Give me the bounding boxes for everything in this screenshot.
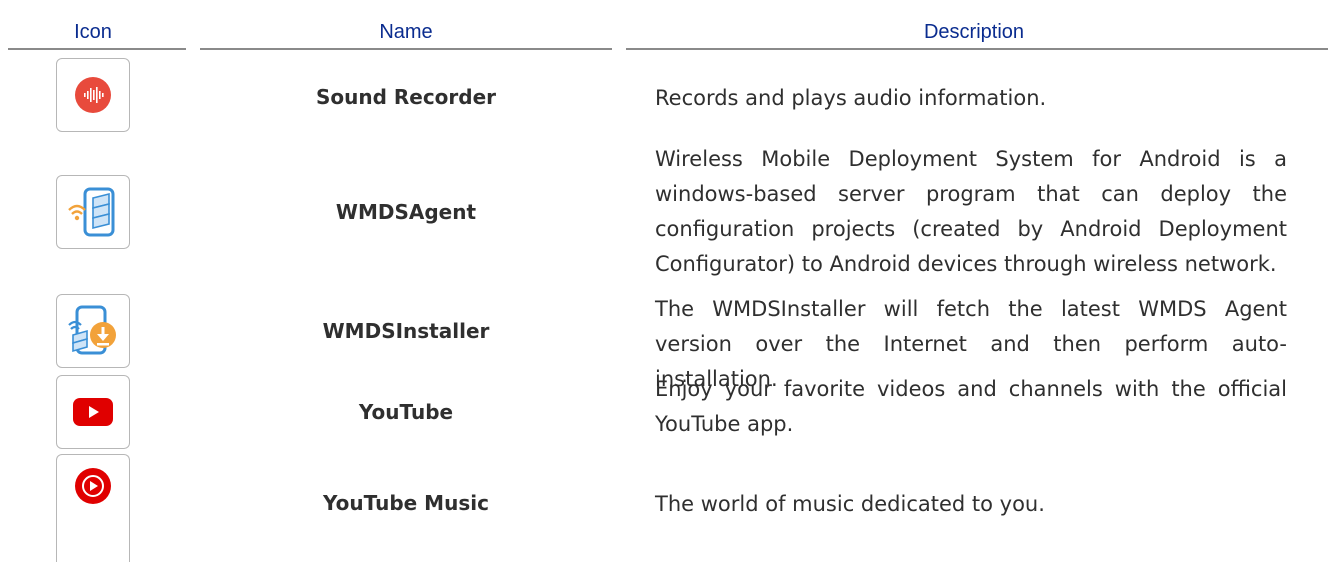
app-name: YouTube Music xyxy=(323,491,489,515)
app-description: Enjoy your favorite videos and channels … xyxy=(655,377,1287,436)
table-row: YouTube Music The world of music dedicat… xyxy=(0,452,1328,562)
app-name: WMDSAgent xyxy=(335,200,477,224)
table-row: WMDSAgent Wireless Mobile Deployment Sys… xyxy=(0,142,1328,286)
header-rule-name xyxy=(200,48,612,50)
header-icon: Icon xyxy=(74,21,112,43)
sound-recorder-icon xyxy=(56,58,130,132)
app-description: Records and plays audio information. xyxy=(655,86,1047,110)
app-description: Wireless Mobile Deployment System for An… xyxy=(655,147,1287,276)
header-name: Name xyxy=(379,21,433,43)
table-row: WMDSInstaller The WMDSInstaller will fet… xyxy=(0,292,1328,391)
header-rule-icon xyxy=(8,48,186,50)
youtube-music-icon xyxy=(56,454,130,562)
table-row: YouTube Enjoy your favorite videos and c… xyxy=(0,372,1328,450)
wmds-installer-icon xyxy=(56,294,130,368)
header-rule-description xyxy=(626,48,1328,50)
apps-table: Icon Name Description Sound Recorder Rec… xyxy=(0,0,1328,562)
wmds-agent-icon xyxy=(56,175,130,249)
table-row: Sound Recorder Records and plays audio i… xyxy=(0,56,1328,136)
app-name: Sound Recorder xyxy=(315,85,497,109)
app-description: The world of music dedicated to you. xyxy=(655,492,1045,516)
app-name: YouTube xyxy=(358,400,454,424)
app-name: WMDSInstaller xyxy=(322,319,490,343)
header-description: Description xyxy=(923,21,1025,43)
youtube-icon xyxy=(56,375,130,449)
